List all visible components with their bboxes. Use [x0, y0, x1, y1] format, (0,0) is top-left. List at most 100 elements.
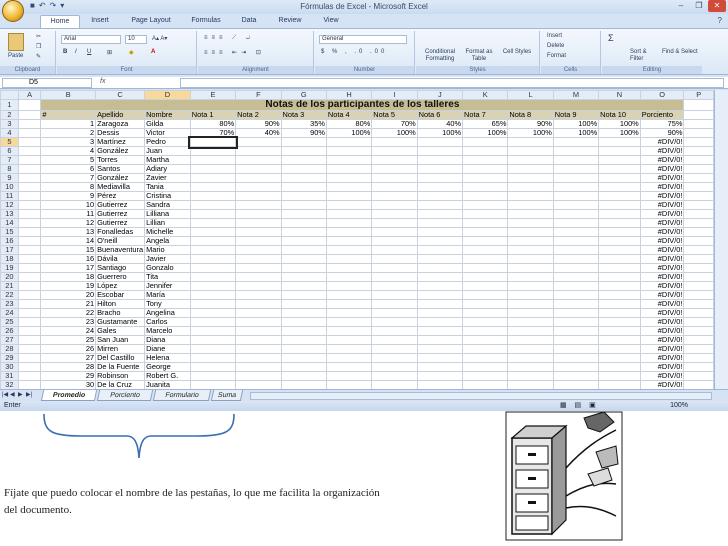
cell[interactable]: #DIV/0! — [639, 137, 685, 147]
cell[interactable] — [189, 308, 237, 318]
cell[interactable] — [189, 353, 237, 363]
cell[interactable] — [416, 155, 464, 165]
fill-color-icon[interactable]: ◆ — [129, 49, 134, 56]
tab-review[interactable]: Review — [268, 15, 312, 28]
cell[interactable] — [462, 173, 509, 183]
cell[interactable] — [552, 299, 600, 309]
cell[interactable] — [507, 272, 554, 282]
cell[interactable]: 100% — [416, 128, 464, 138]
cell[interactable] — [371, 227, 418, 237]
cell[interactable] — [371, 308, 418, 318]
row-header[interactable]: 20 — [0, 272, 19, 282]
column-header[interactable]: M — [552, 90, 600, 100]
cell[interactable] — [235, 380, 282, 389]
column-heading-cell[interactable]: Nota 7 — [462, 110, 509, 120]
help-icon[interactable]: ? — [718, 16, 722, 25]
cell[interactable] — [17, 182, 42, 192]
next-sheet-icon[interactable]: ▶ — [18, 391, 25, 398]
cell[interactable]: 26 — [40, 344, 97, 354]
column-heading-cell[interactable]: Nota 1 — [189, 110, 237, 120]
cell[interactable] — [598, 218, 641, 228]
cell[interactable]: Juan — [144, 146, 191, 156]
cell[interactable] — [189, 191, 237, 201]
cell[interactable] — [17, 236, 42, 246]
cell[interactable] — [416, 227, 464, 237]
cell[interactable] — [235, 245, 282, 255]
cell[interactable]: 6 — [40, 164, 97, 174]
cell[interactable] — [325, 272, 373, 282]
cell[interactable] — [280, 362, 327, 372]
cell[interactable]: #DIV/0! — [639, 245, 685, 255]
cell[interactable]: 4 — [40, 146, 97, 156]
cell[interactable]: 27 — [40, 353, 97, 363]
cell[interactable] — [189, 272, 237, 282]
cell[interactable] — [683, 99, 714, 111]
cell[interactable]: 29 — [40, 371, 97, 381]
cell[interactable] — [280, 218, 327, 228]
cell[interactable]: Cristina — [144, 191, 191, 201]
cell[interactable]: López — [95, 281, 146, 291]
row-header[interactable]: 3 — [0, 119, 19, 129]
cell[interactable] — [507, 362, 554, 372]
cell[interactable] — [371, 272, 418, 282]
tab-home[interactable]: Home — [40, 15, 80, 28]
cell[interactable] — [17, 110, 42, 120]
cell[interactable] — [17, 155, 42, 165]
cell[interactable]: #DIV/0! — [639, 353, 685, 363]
cell[interactable] — [552, 353, 600, 363]
tab-page-layout[interactable]: Page Layout — [120, 15, 182, 28]
tab-formulas[interactable]: Formulas — [182, 15, 230, 28]
cell[interactable] — [235, 299, 282, 309]
column-heading-cell[interactable]: Nombre — [144, 110, 191, 120]
cell[interactable] — [462, 146, 509, 156]
cell[interactable] — [507, 236, 554, 246]
cell[interactable]: #DIV/0! — [639, 335, 685, 345]
cell[interactable] — [371, 290, 418, 300]
cell[interactable] — [280, 254, 327, 264]
cell[interactable] — [189, 146, 237, 156]
cell[interactable] — [325, 326, 373, 336]
cell[interactable]: George — [144, 362, 191, 372]
cell[interactable] — [552, 173, 600, 183]
cell[interactable] — [189, 209, 237, 219]
cell[interactable]: Santiago — [95, 263, 146, 273]
cell[interactable] — [189, 371, 237, 381]
number-format-icons[interactable]: $ % , .0 .00 — [321, 49, 387, 55]
cell[interactable] — [325, 218, 373, 228]
cell[interactable] — [598, 209, 641, 219]
cell[interactable] — [371, 380, 418, 389]
prev-sheet-icon[interactable]: ◀ — [10, 391, 17, 398]
row-header[interactable]: 30 — [0, 362, 19, 372]
cell[interactable] — [325, 371, 373, 381]
cell[interactable] — [462, 182, 509, 192]
cell[interactable] — [507, 263, 554, 273]
cell[interactable] — [416, 209, 464, 219]
cell[interactable] — [235, 191, 282, 201]
cell[interactable] — [598, 308, 641, 318]
cell[interactable] — [462, 353, 509, 363]
cell[interactable] — [280, 344, 327, 354]
cell[interactable]: 100% — [325, 128, 373, 138]
cell[interactable] — [416, 173, 464, 183]
cell[interactable]: 11 — [40, 209, 97, 219]
cell[interactable] — [552, 290, 600, 300]
cell[interactable] — [683, 308, 714, 318]
cell[interactable] — [17, 191, 42, 201]
cell[interactable]: 100% — [552, 128, 600, 138]
cell[interactable] — [552, 326, 600, 336]
cell[interactable] — [683, 371, 714, 381]
cell[interactable]: #DIV/0! — [639, 380, 685, 389]
cell[interactable]: Martínez — [95, 137, 146, 147]
cell[interactable]: #DIV/0! — [639, 299, 685, 309]
cell[interactable] — [371, 200, 418, 210]
cell[interactable] — [598, 236, 641, 246]
close-button[interactable]: ✕ — [708, 0, 726, 12]
last-sheet-icon[interactable]: ▶| — [26, 391, 33, 398]
cell[interactable] — [280, 290, 327, 300]
cell[interactable] — [17, 317, 42, 327]
cell[interactable] — [235, 137, 282, 147]
vertical-align-icons[interactable]: ≡≡≡ ⟋ ↵ — [204, 35, 254, 42]
cell[interactable] — [325, 155, 373, 165]
cell[interactable] — [462, 362, 509, 372]
row-header[interactable]: 9 — [0, 173, 19, 183]
